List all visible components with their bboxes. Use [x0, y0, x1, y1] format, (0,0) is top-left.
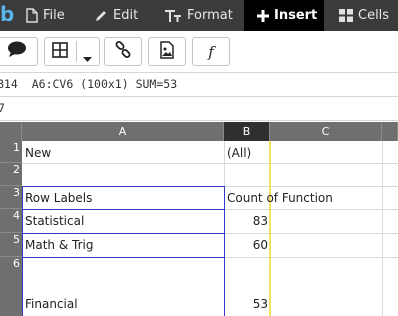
file-icon	[26, 8, 38, 23]
insert-link-button[interactable]	[104, 37, 142, 66]
spreadsheet-grid[interactable]: A B C 1 2 3 4 5 6 New (All) Row Labels C…	[0, 122, 398, 316]
menu-bar: b File Edit Format Insert Cells	[0, 0, 398, 31]
cell-b4[interactable]: 83	[224, 211, 268, 231]
grid-line	[22, 163, 398, 164]
grid-line	[382, 141, 383, 316]
pivot-border	[22, 186, 23, 316]
menu-file-label: File	[43, 8, 65, 23]
column-header-c[interactable]: C	[270, 122, 382, 141]
select-all-corner[interactable]	[0, 122, 22, 141]
column-header-a[interactable]: A	[22, 122, 224, 141]
cell-a5[interactable]: Math & Trig	[25, 235, 93, 255]
cells-grid-icon	[339, 9, 353, 22]
insert-comment-button[interactable]	[0, 37, 38, 66]
menu-cells-label: Cells	[358, 8, 390, 23]
link-icon	[114, 40, 132, 63]
selection-highlight	[269, 141, 271, 316]
column-header-d[interactable]	[382, 122, 398, 141]
image-icon	[160, 40, 174, 63]
insert-image-button[interactable]	[148, 37, 186, 66]
row-header-6[interactable]: 6	[0, 257, 22, 316]
insert-table-button[interactable]	[44, 37, 100, 66]
cell-a6[interactable]: Financial	[25, 294, 78, 314]
cell-a3[interactable]: Row Labels	[25, 188, 92, 208]
cell-b1[interactable]: (All)	[227, 143, 251, 163]
plus-icon	[257, 9, 269, 22]
menu-insert[interactable]: Insert	[244, 0, 324, 31]
status-line: B14 A6:CV6 (100x1) SUM=53	[0, 73, 398, 97]
app-logo: b	[0, 2, 15, 26]
cell-a4[interactable]: Statistical	[25, 211, 84, 231]
menu-format-label: Format	[187, 8, 233, 23]
row-header-5[interactable]: 5	[0, 233, 22, 257]
pivot-border	[22, 186, 225, 187]
menu-file[interactable]: File	[26, 0, 84, 31]
insert-function-button[interactable]: f	[192, 37, 230, 66]
table-icon	[52, 41, 68, 62]
menu-edit-label: Edit	[113, 8, 139, 23]
pivot-border	[22, 233, 225, 234]
row-header-4[interactable]: 4	[0, 209, 22, 233]
menu-format[interactable]: Format	[164, 0, 238, 31]
formula-value[interactable]: 7	[0, 101, 5, 115]
cell-b3[interactable]: Count of Function	[227, 188, 333, 208]
cell-b5[interactable]: 60	[224, 235, 268, 255]
split-divider	[76, 41, 77, 62]
menu-edit[interactable]: Edit	[94, 0, 150, 31]
formula-bar[interactable]: 7	[0, 97, 398, 121]
pivot-border	[22, 209, 225, 210]
dropdown-arrow-icon[interactable]	[83, 48, 92, 67]
comment-icon	[7, 41, 27, 62]
row-header-1[interactable]: 1	[0, 141, 22, 163]
cell-b6[interactable]: 53	[224, 294, 268, 314]
pencil-icon	[94, 9, 108, 23]
cell-reference[interactable]: B14	[0, 77, 18, 91]
menu-cells[interactable]: Cells	[339, 0, 398, 31]
pivot-border	[22, 257, 225, 258]
toolbar: f	[0, 31, 398, 73]
selection-summary: A6:CV6 (100x1) SUM=53	[31, 77, 178, 91]
function-icon: f	[208, 42, 214, 61]
text-format-icon	[164, 9, 182, 23]
column-header-b[interactable]: B	[224, 122, 270, 141]
row-header-3[interactable]: 3	[0, 186, 22, 209]
menu-insert-label: Insert	[274, 8, 318, 23]
cell-a1[interactable]: New	[25, 143, 51, 163]
row-header-2[interactable]: 2	[0, 163, 22, 186]
